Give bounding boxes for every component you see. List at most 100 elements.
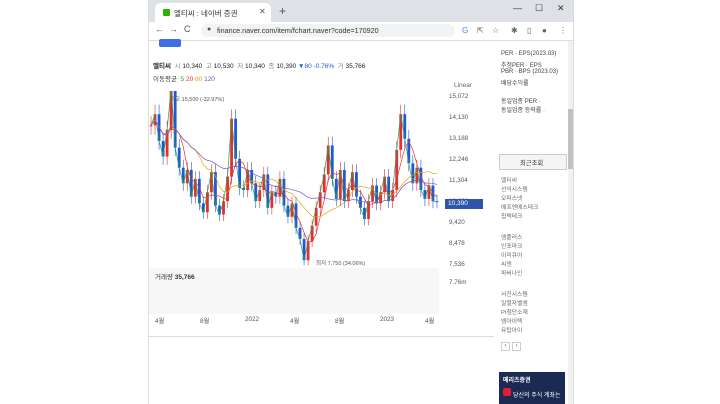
tab-close-icon[interactable]: ✕ bbox=[259, 7, 266, 16]
recent-item[interactable]: 파버나인 bbox=[501, 268, 522, 277]
url-field[interactable]: ● finance.naver.com/item/fchart.naver?co… bbox=[201, 24, 455, 37]
scrollbar[interactable] bbox=[568, 41, 573, 404]
ad-brand: 메리츠증권 bbox=[503, 378, 531, 384]
sidepanel-icon[interactable]: ▯ bbox=[527, 26, 531, 35]
tab-bar: 엘티씨 : 네이버 증권 ✕ + — ☐ ✕ bbox=[149, 0, 573, 22]
change-percent: -0.76% bbox=[313, 63, 335, 70]
ad-banner[interactable]: 메리츠증권 당신의 주식 계좌는 bbox=[499, 372, 565, 404]
recent-item[interactable]: 일렬자벨엠 bbox=[501, 298, 528, 307]
left-margin bbox=[0, 0, 148, 404]
candle-body bbox=[403, 114, 407, 139]
ma-120[interactable]: 120 bbox=[204, 76, 215, 83]
recent-item[interactable]: 엘티씨 bbox=[501, 175, 517, 184]
candle-body bbox=[306, 241, 310, 261]
candle-body bbox=[359, 196, 362, 208]
forward-button[interactable]: → bbox=[169, 24, 178, 34]
recent-item[interactable]: 인포마크 bbox=[501, 241, 522, 250]
extensions-icon[interactable]: ✱ bbox=[511, 26, 518, 35]
y-tick-label: 8,478 bbox=[449, 240, 465, 247]
share-icon[interactable]: ⇱ bbox=[477, 26, 484, 35]
recent-item[interactable]: 선익시스템 bbox=[501, 184, 528, 193]
scrollbar-thumb[interactable] bbox=[568, 109, 573, 169]
candle-body bbox=[258, 190, 262, 202]
new-tab-button[interactable]: + bbox=[279, 4, 286, 18]
recent-item[interactable]: 서진시스템 bbox=[501, 289, 528, 298]
tab-recent-viewed[interactable]: 최근조회 bbox=[499, 154, 567, 170]
candle-body bbox=[177, 147, 181, 168]
candle-body bbox=[355, 172, 358, 197]
bookmark-star-icon[interactable]: ☆ bbox=[492, 26, 499, 35]
candle-body bbox=[282, 178, 286, 206]
low-label: 저 bbox=[237, 63, 244, 70]
high-annotation: 최고 15,500 (-32.97%) bbox=[170, 97, 225, 103]
candle-body bbox=[222, 201, 225, 215]
ma-5[interactable]: 5 bbox=[181, 76, 185, 83]
recent-item[interactable]: 칩텍테크 bbox=[501, 211, 522, 220]
recent-item[interactable]: 유탑아이 bbox=[501, 325, 522, 334]
recent-item[interactable]: 엠플러스 bbox=[501, 232, 522, 241]
volume-title: 거래량 bbox=[155, 274, 173, 281]
x-tick-label: 8월 bbox=[335, 318, 345, 325]
recent-item[interactable]: 엠아이텍 bbox=[501, 316, 522, 325]
industry-per-row: 동일업종 PER · bbox=[501, 99, 541, 105]
candle-body bbox=[322, 174, 326, 193]
ma-label: 이동평균 bbox=[153, 76, 177, 83]
minimize-button[interactable]: — bbox=[513, 3, 522, 13]
url-text: finance.naver.com/item/fchart.naver?code… bbox=[217, 26, 379, 35]
ma-60[interactable]: 60 bbox=[195, 76, 202, 83]
back-button[interactable]: ← bbox=[155, 24, 164, 34]
candle-body bbox=[395, 149, 399, 191]
y-tick-label: 9,420 bbox=[449, 219, 465, 226]
y-tick-label: 12,246 bbox=[449, 156, 469, 163]
recent-item[interactable]: 씨젠 bbox=[501, 259, 512, 268]
browser-tab[interactable]: 엘티씨 : 네이버 증권 ✕ bbox=[155, 3, 271, 22]
profile-avatar-icon[interactable]: ● bbox=[542, 26, 547, 35]
open-label: 시 bbox=[174, 63, 181, 70]
x-tick-label: 4월 bbox=[290, 318, 300, 325]
low-value: 10,340 bbox=[245, 63, 265, 70]
low-annotation: 최저 7,750 (34.06%) bbox=[316, 261, 366, 267]
page-content: 엘티씨 시 10,340 고 10,530 저 10,340 종 10,390 … bbox=[149, 39, 573, 404]
stock-name: 엘티씨 bbox=[153, 63, 171, 70]
recent-tab-label: 최근조회 bbox=[520, 160, 544, 167]
recent-item[interactable]: 오파스넷 bbox=[501, 193, 522, 202]
candle-body bbox=[387, 176, 391, 202]
high-value: 10,530 bbox=[213, 63, 234, 70]
address-bar: ← → C ● finance.naver.com/item/fchart.na… bbox=[149, 22, 573, 41]
volume-panel-label: 거래량 35,766 bbox=[155, 271, 195, 281]
industry-change-row: 동일업종 등락률 · bbox=[501, 108, 545, 114]
next-page-button[interactable]: › bbox=[512, 342, 521, 351]
high-label: 고 bbox=[205, 63, 212, 70]
x-tick-label: 2022 bbox=[245, 316, 260, 323]
pbr-bps-row: PBR · BPS (2023.03) bbox=[501, 69, 559, 75]
candle-body bbox=[157, 114, 161, 141]
close-window-button[interactable]: ✕ bbox=[557, 3, 565, 14]
recent-item[interactable]: PI첨단소재 bbox=[501, 307, 528, 316]
close-label: 종 bbox=[268, 63, 275, 70]
browser-window: 엘티씨 : 네이버 증권 ✕ + — ☐ ✕ ← → C ● finance.n… bbox=[148, 0, 574, 404]
recent-item[interactable]: 이미큐어 bbox=[501, 250, 522, 259]
scale-mode-dropdown[interactable]: Linear bbox=[454, 82, 472, 89]
candle-body bbox=[286, 205, 290, 217]
google-icon[interactable]: G bbox=[462, 26, 468, 35]
candle-body bbox=[234, 118, 238, 159]
ma-20[interactable]: 20 bbox=[186, 76, 193, 83]
open-value: 10,340 bbox=[182, 63, 203, 70]
ad-text: 당신의 주식 계좌는 bbox=[513, 393, 561, 399]
period-selector-button[interactable] bbox=[159, 39, 181, 47]
menu-kebab-icon[interactable]: ⋮ bbox=[559, 26, 567, 35]
lock-icon: ● bbox=[207, 26, 212, 33]
candle-body bbox=[205, 192, 209, 213]
maximize-button[interactable]: ☐ bbox=[535, 3, 543, 14]
top-strip bbox=[149, 39, 494, 51]
change-value: 80 bbox=[304, 63, 312, 70]
screen: 엘티씨 : 네이버 증권 ✕ + — ☐ ✕ ← → C ● finance.n… bbox=[0, 0, 720, 404]
reload-button[interactable]: C bbox=[184, 24, 191, 34]
moving-average-60 bbox=[150, 119, 437, 217]
moving-average-legend: 이동평균 5 20 60 120 bbox=[153, 73, 215, 83]
right-margin bbox=[572, 0, 720, 404]
close-value: 10,390 bbox=[276, 63, 297, 70]
prev-page-button[interactable]: ‹ bbox=[501, 342, 510, 351]
volume-value: 35,766 bbox=[345, 63, 366, 70]
recent-item[interactable]: 에프엔에스테크 bbox=[501, 202, 538, 211]
